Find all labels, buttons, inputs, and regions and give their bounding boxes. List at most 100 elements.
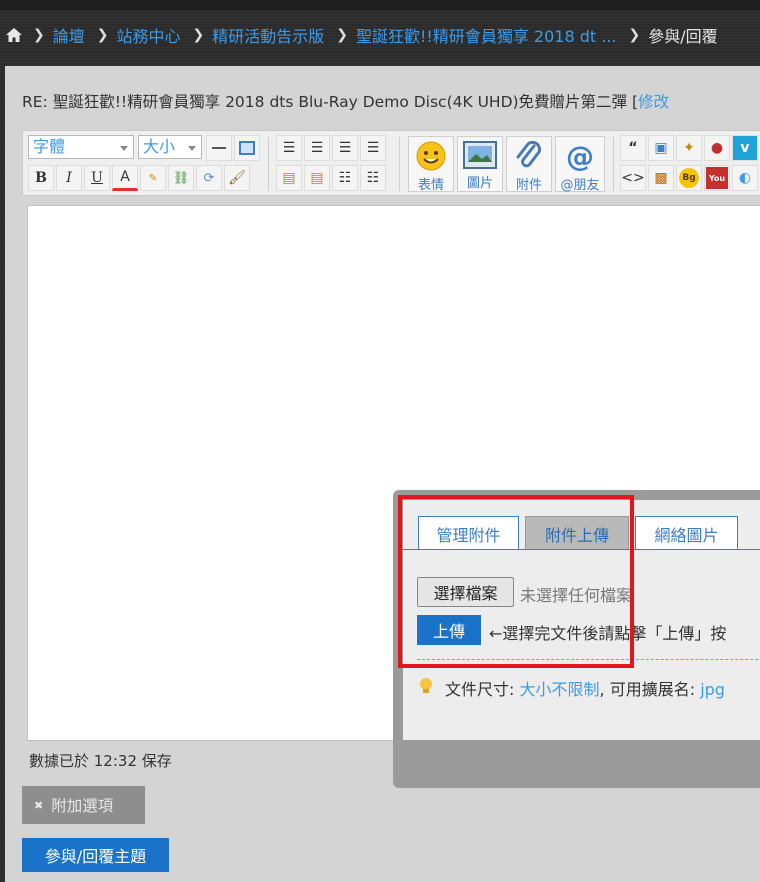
paperclip-icon xyxy=(512,140,546,172)
page-break-button[interactable]: ▣ xyxy=(648,135,674,161)
attachment-button[interactable]: 附件 xyxy=(506,136,552,193)
link-button[interactable]: ⛓ xyxy=(168,165,194,191)
code-icon: <> xyxy=(621,170,645,186)
emoticon-button[interactable]: 表情 xyxy=(408,136,454,193)
ordered-list-button[interactable]: ☷ xyxy=(332,165,358,191)
edit-title-link[interactable]: 修改 xyxy=(638,93,669,111)
close-icon: ✖ xyxy=(34,798,44,812)
picture-frame-icon: ▩ xyxy=(654,170,668,186)
quote-icon: “ xyxy=(628,140,638,156)
image-button[interactable]: 圖片 xyxy=(457,136,503,192)
chevron-right-icon: ❯ xyxy=(192,27,205,43)
align-left-button[interactable]: ☰ xyxy=(276,135,302,161)
spellcheck-button[interactable]: ✎ xyxy=(140,165,166,191)
chevron-right-icon: ❯ xyxy=(33,27,45,43)
font-family-value: 字體 xyxy=(33,137,66,156)
breadcrumb-thread[interactable]: 聖誕狂歡!!精研會員獨享 2018 dt ... xyxy=(356,23,617,47)
float-left-icon: ▤ xyxy=(282,170,296,186)
document-icon: ▣ xyxy=(654,140,668,156)
bg-badge-icon: Bg xyxy=(679,168,699,188)
mention-button[interactable]: @ @朋友 xyxy=(555,136,605,193)
align-center-button[interactable]: ☰ xyxy=(304,135,330,161)
at-sign-icon: @ xyxy=(566,139,594,173)
align-justify-button[interactable]: ☰ xyxy=(332,135,358,161)
vimeo-button[interactable]: v xyxy=(732,135,758,161)
key-icon: ✦ xyxy=(683,140,695,156)
align-right-icon: ☰ xyxy=(366,140,380,156)
mention-label: @朋友 xyxy=(560,178,600,193)
highlight-box xyxy=(398,495,634,668)
breadcrumb-event-board[interactable]: 精研活動告示版 xyxy=(212,23,324,47)
chevron-right-icon: ❯ xyxy=(96,27,109,43)
bold-button[interactable]: B xyxy=(28,165,54,191)
post-title-text: RE: 聖誕狂歡!!精研會員獨享 2018 dts Blu-Ray Demo D… xyxy=(22,93,639,111)
align-justify-icon: ☰ xyxy=(338,140,352,156)
align-left-icon: ☰ xyxy=(282,140,296,156)
hide-content-button[interactable]: ✦ xyxy=(676,135,702,161)
qq-button[interactable]: ● xyxy=(704,135,730,161)
font-color-button[interactable]: A xyxy=(112,165,138,191)
extension-value[interactable]: jpg xyxy=(700,680,725,699)
clear-format-button[interactable]: 🖌 xyxy=(224,165,250,191)
extra-options-label: 附加選項 xyxy=(51,797,114,815)
youtube-button[interactable]: You xyxy=(704,165,730,191)
file-info: 文件尺寸: 大小不限制, 可用擴展名: jpg xyxy=(445,676,725,700)
breadcrumb: ❯ 論壇 ❯ 站務中心 ❯ 精研活動告示版 ❯ 聖誕狂歡!!精研會員獨享 201… xyxy=(0,18,760,52)
horizontal-rule-icon xyxy=(212,147,226,149)
font-size-value: 大小 xyxy=(143,137,176,156)
post-title: RE: 聖誕狂歡!!精研會員獨享 2018 dts Blu-Ray Demo D… xyxy=(22,90,669,112)
tab-web-image[interactable]: 網絡圖片 xyxy=(635,516,738,550)
qq-penguin-icon: ● xyxy=(710,140,724,156)
float-right-button[interactable]: ▤ xyxy=(304,165,330,191)
editor-toolbar: 字體 大小 B I U A ✎ ⛓ ⟳ 🖌 ☰ ☰ ☰ ☰ ▤ ▤ ☷ ☷ 表情 xyxy=(22,130,760,196)
extra-options-button[interactable]: ✖ 附加選項 xyxy=(22,786,145,824)
italic-button[interactable]: I xyxy=(56,165,82,191)
table-button[interactable] xyxy=(234,135,260,161)
font-size-select[interactable]: 大小 xyxy=(138,135,202,159)
horizontal-rule-button[interactable] xyxy=(206,135,232,161)
attachment-label: 附件 xyxy=(515,178,542,193)
top-strip xyxy=(0,0,760,10)
chevron-down-icon xyxy=(120,146,128,151)
toolbar-divider xyxy=(268,137,269,191)
chevron-down-icon xyxy=(188,146,196,151)
media-button[interactable]: ◐ xyxy=(732,165,758,191)
font-family-select[interactable]: 字體 xyxy=(28,135,134,159)
float-left-button[interactable]: ▤ xyxy=(276,165,302,191)
table-icon xyxy=(239,141,255,155)
autosave-note: 數據已於 12:32 保存 xyxy=(29,752,172,770)
background-button[interactable]: Bg xyxy=(676,165,702,191)
ordered-list-icon: ☷ xyxy=(338,170,352,186)
toolbar-divider xyxy=(399,137,400,191)
youtube-icon: You xyxy=(706,167,728,189)
code-button[interactable]: <> xyxy=(620,165,646,191)
align-right-button[interactable]: ☰ xyxy=(360,135,386,161)
extension-label: , 可用擴展名: xyxy=(599,680,696,699)
spellcheck-icon: ✎ xyxy=(148,172,158,184)
lightbulb-icon xyxy=(417,676,435,696)
unlink-icon: ⟳ xyxy=(203,170,215,186)
file-size-label: 文件尺寸: xyxy=(445,680,515,699)
unlink-button[interactable]: ⟳ xyxy=(196,165,222,191)
smiley-icon xyxy=(414,140,448,172)
vimeo-icon: v xyxy=(740,140,750,156)
home-icon[interactable] xyxy=(5,27,23,43)
media-icon: ◐ xyxy=(738,170,752,186)
chevron-right-icon: ❯ xyxy=(336,27,348,43)
link-icon: ⛓ xyxy=(172,170,190,186)
submit-reply-button[interactable]: 參與/回覆主題 xyxy=(22,838,169,872)
file-size-value[interactable]: 大小不限制 xyxy=(520,680,600,699)
breadcrumb-station-center[interactable]: 站務中心 xyxy=(116,23,180,47)
brush-icon: 🖌 xyxy=(228,170,246,186)
emoticon-label: 表情 xyxy=(417,178,444,193)
breadcrumb-forum[interactable]: 論壇 xyxy=(53,23,85,47)
quote-button[interactable]: “ xyxy=(620,135,646,161)
breadcrumb-current: 參與/回覆 xyxy=(648,27,718,46)
free-content-button[interactable]: ▩ xyxy=(648,165,674,191)
chevron-right-icon: ❯ xyxy=(628,27,641,43)
underline-button[interactable]: U xyxy=(84,165,110,191)
image-label: 圖片 xyxy=(466,176,493,191)
unordered-list-icon: ☷ xyxy=(366,170,380,186)
unordered-list-button[interactable]: ☷ xyxy=(360,165,386,191)
align-center-icon: ☰ xyxy=(310,140,324,156)
